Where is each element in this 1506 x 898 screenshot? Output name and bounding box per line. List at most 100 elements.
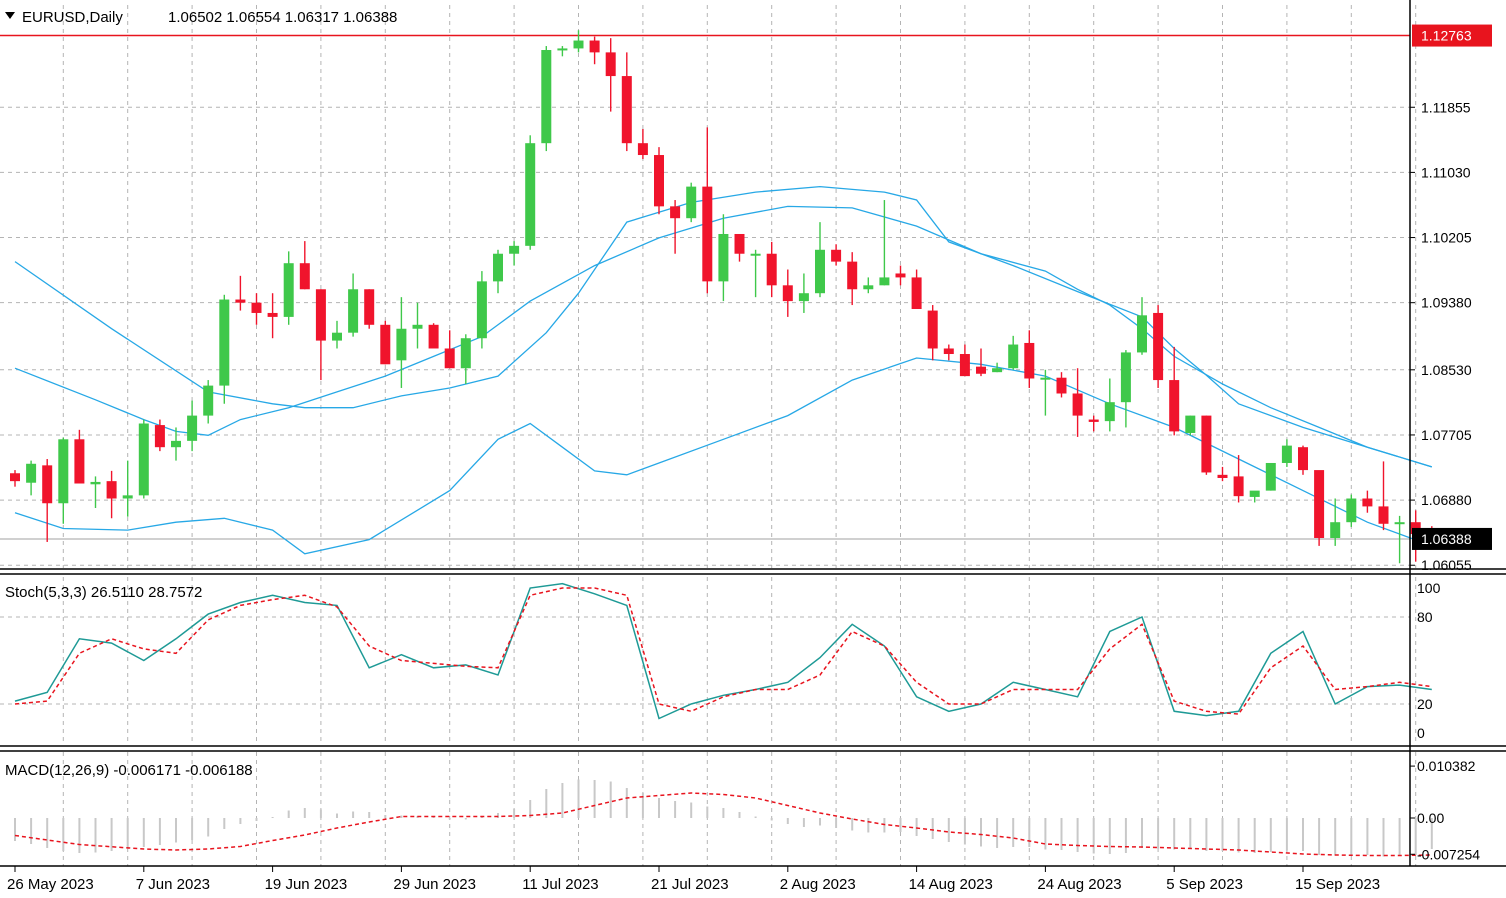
candle-body: [863, 285, 874, 290]
candle-body: [493, 253, 503, 282]
candle-body: [154, 425, 165, 448]
candle-body: [573, 40, 584, 49]
candle-body: [927, 310, 938, 349]
candle-body: [1056, 377, 1067, 394]
candle-body: [396, 328, 407, 361]
macd-label: MACD(12,26,9) -0.006171 -0.006188: [5, 762, 253, 779]
candle-body: [976, 366, 986, 374]
candle-body: [251, 302, 262, 313]
last-price-label: 1.06388: [1421, 531, 1472, 547]
macd-tick-label: 0.010382: [1417, 758, 1476, 774]
candle-body: [203, 385, 214, 416]
stoch-main-line: [14, 582, 1432, 720]
candle-body: [1024, 342, 1035, 379]
candle-body: [1378, 506, 1389, 524]
candle-body: [380, 324, 391, 365]
candle-body: [766, 253, 777, 286]
price-tick-label: 1.06880: [1421, 492, 1472, 508]
candle-body: [1265, 462, 1276, 491]
macd-tick-label: 0.00: [1417, 810, 1444, 826]
candle-body: [106, 481, 117, 499]
candle-body: [348, 289, 359, 333]
candle-body: [138, 423, 149, 496]
candle-body: [1346, 498, 1357, 523]
candle-body: [718, 233, 729, 282]
candle-body: [122, 495, 133, 499]
date-tick-label: 29 Jun 2023: [393, 876, 476, 893]
candle-body: [428, 324, 439, 349]
candle-body: [525, 143, 536, 246]
price-tick-label: 1.11030: [1421, 164, 1471, 180]
candle-body: [187, 415, 198, 441]
candle-body: [332, 332, 342, 341]
panel-frames: [0, 0, 1506, 867]
candle-body: [364, 289, 375, 325]
candle-body: [815, 249, 825, 294]
candle-body: [798, 293, 809, 302]
candle-body: [10, 473, 20, 482]
candle-body: [959, 354, 970, 377]
trading-chart: 100 80 20 0 0.010382 0.00 -0.007254 1.11855 1.…: [0, 0, 1506, 898]
candle-body: [460, 338, 471, 369]
candle-body: [943, 348, 954, 355]
candle-body: [299, 263, 310, 290]
candle-body: [1153, 312, 1164, 381]
macd-signal-line: [14, 792, 1432, 857]
candle-body: [1185, 415, 1196, 433]
date-tick-label: 7 Jun 2023: [136, 876, 210, 893]
chart-canvas: 10080200 0.0103820.00-0.007254 1.118551.…: [0, 0, 1506, 893]
candle-body: [670, 206, 681, 219]
candle-body: [637, 143, 648, 156]
price-tick-label: 1.08530: [1421, 362, 1472, 378]
candle-body: [219, 299, 230, 386]
candle-body: [235, 299, 246, 303]
candle-body: [283, 263, 294, 317]
price-axis: 1.11855 1.11030 1.10205 1.09380 1.08530 1.077…: [1410, 24, 1492, 573]
candle-body: [412, 324, 423, 329]
candle-body: [1281, 445, 1292, 463]
chart-header: EURUSD,Daily 1.06502 1.06554 1.06317 1.0…: [5, 9, 397, 26]
stoch-tick-label: 100: [1417, 580, 1441, 596]
candle-body: [1233, 476, 1244, 497]
candle-body: [444, 348, 455, 369]
candle-body: [26, 463, 37, 483]
price-tick-label: 1.09380: [1421, 295, 1472, 311]
candle-body: [686, 186, 697, 219]
reference-price-label: 1.12763: [1421, 28, 1472, 44]
candle-body: [58, 439, 69, 504]
candle-body: [1137, 315, 1147, 353]
candle-body: [992, 368, 1003, 373]
date-tick-label: 21 Jul 2023: [651, 876, 729, 893]
candle-body: [1330, 522, 1341, 538]
date-tick-label: 15 Sep 2023: [1295, 876, 1380, 893]
candle-body: [750, 253, 761, 256]
candle-body: [1104, 402, 1115, 422]
date-tick-label: 2 Aug 2023: [780, 876, 856, 893]
date-tick-label: 26 May 2023: [7, 876, 94, 893]
candle-body: [1249, 490, 1260, 497]
candle-body: [589, 40, 600, 53]
candle-body: [1040, 377, 1051, 380]
candle-body: [557, 48, 568, 51]
candle-body: [171, 440, 181, 448]
candle-body: [895, 273, 906, 278]
candle-body: [782, 285, 793, 302]
collapse-triangle-icon[interactable]: [5, 12, 15, 19]
price-tick-label: 1.11855: [1421, 99, 1471, 115]
candle-body: [702, 186, 713, 282]
candle-body: [1314, 470, 1325, 538]
candle-body: [1008, 344, 1019, 369]
candle-body: [831, 249, 842, 262]
ohlc-label: 1.06502 1.06554 1.06317 1.06388: [168, 9, 397, 26]
candle-body: [1088, 419, 1099, 422]
candle-body: [1120, 352, 1131, 403]
candle-body: [734, 233, 745, 254]
candle-body: [654, 155, 664, 207]
candle-body: [476, 281, 487, 339]
candle-body: [1362, 498, 1373, 507]
candle-body: [1217, 474, 1228, 478]
stoch-label: Stoch(5,3,3) 26.5110 28.7572: [5, 584, 202, 601]
candle-body: [1201, 415, 1212, 473]
date-axis: 26 May 2023 7 Jun 2023 19 Jun 2023 29 Jun 2…: [7, 866, 1380, 893]
date-tick-label: 14 Aug 2023: [909, 876, 993, 893]
